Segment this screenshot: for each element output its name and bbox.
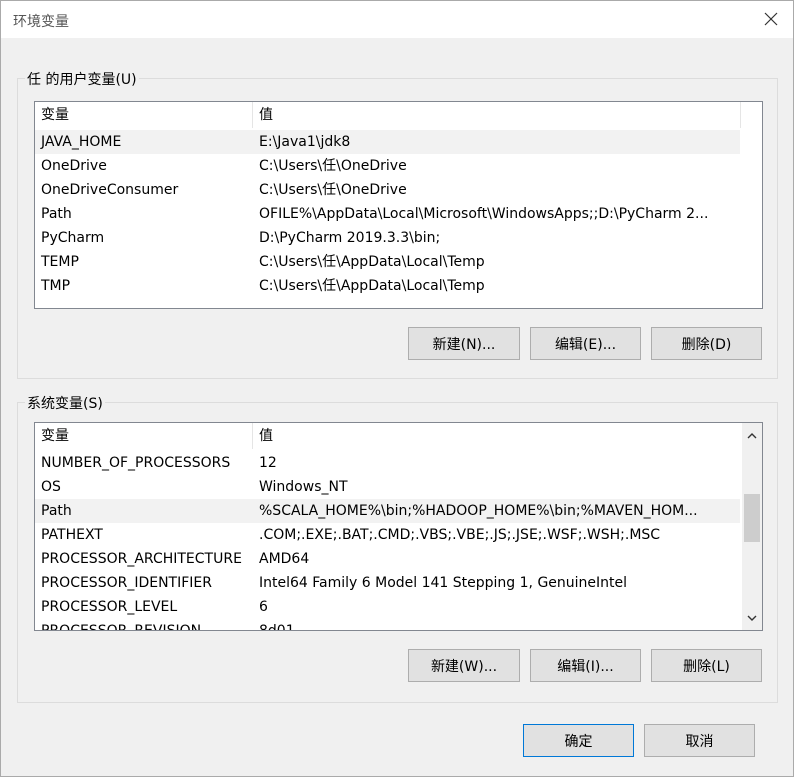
scroll-down-button[interactable] — [742, 608, 762, 628]
variable-name-cell: PROCESSOR_IDENTIFIER — [41, 575, 212, 591]
chevron-down-icon — [747, 615, 757, 621]
variable-value-cell: 6 — [259, 599, 268, 615]
table-row[interactable]: PATHEXT .COM;.EXE;.BAT;.CMD;.VBS;.VBE;.JS… — [35, 523, 740, 547]
system-delete-button[interactable]: 删除(L) — [651, 649, 762, 682]
variable-value-cell: .COM;.EXE;.BAT;.CMD;.VBS;.VBE;.JS;.JSE;.… — [259, 527, 661, 543]
variable-name-cell: TEMP — [41, 254, 79, 270]
table-row[interactable]: NUMBER_OF_PROCESSORS 12 — [35, 451, 740, 475]
header-value[interactable]: 值 — [253, 102, 733, 128]
variable-value-cell: AMD64 — [259, 551, 310, 567]
variable-name-cell: JAVA_HOME — [41, 134, 122, 150]
chevron-up-icon — [747, 432, 757, 438]
variable-value-cell: C:\Users\任\OneDrive — [259, 182, 407, 198]
variable-value-cell: 12 — [259, 455, 277, 471]
user-vars-group-label: 任 的用户变量(U) — [25, 69, 139, 89]
table-row[interactable]: OS Windows_NT — [35, 475, 740, 499]
variable-value-cell: C:\Users\任\AppData\Local\Temp — [259, 254, 485, 270]
variable-value-cell: 8d01 — [259, 623, 295, 631]
header-value[interactable]: 值 — [253, 423, 733, 449]
variable-name-cell: Path — [41, 503, 72, 519]
variable-name-cell: OneDriveConsumer — [41, 182, 179, 198]
dialog-body: 任 的用户变量(U) 变量 值 JAVA_HOME E:\Java1\jdk8 On… — [0, 38, 794, 777]
user-new-button[interactable]: 新建(N)... — [408, 327, 520, 360]
user-vars-list[interactable]: 变量 值 JAVA_HOME E:\Java1\jdk8 OneDrive C:\Us… — [34, 101, 763, 309]
variable-name-cell: PROCESSOR_REVISION — [41, 623, 202, 631]
variable-name-cell: PROCESSOR_LEVEL — [41, 599, 178, 615]
variable-value-cell: C:\Users\任\OneDrive — [259, 158, 407, 174]
variable-name-cell: Path — [41, 206, 72, 222]
table-row[interactable]: PROCESSOR_LEVEL 6 — [35, 595, 740, 619]
system-vars-scrollbar[interactable] — [742, 423, 762, 630]
table-row[interactable]: PROCESSOR_IDENTIFIER Intel64 Family 6 Mod… — [35, 571, 740, 595]
system-vars-group-label: 系统变量(S) — [25, 393, 105, 413]
variable-value-cell: Windows_NT — [259, 479, 348, 495]
variable-value-cell: Intel64 Family 6 Model 141 Stepping 1, G… — [259, 575, 628, 591]
table-row[interactable]: TMP C:\Users\任\AppData\Local\Temp — [35, 274, 740, 298]
table-row[interactable]: OneDrive C:\Users\任\OneDrive — [35, 154, 740, 178]
variable-name-cell: PyCharm — [41, 230, 105, 246]
variable-name-cell: PROCESSOR_ARCHITECTURE — [41, 551, 242, 567]
table-row[interactable]: TEMP C:\Users\任\AppData\Local\Temp — [35, 250, 740, 274]
scroll-thumb[interactable] — [744, 494, 760, 542]
cancel-button[interactable]: 取消 — [644, 724, 755, 757]
user-vars-list-header: 变量 值 — [35, 102, 762, 128]
header-variable[interactable]: 变量 — [35, 102, 253, 128]
close-icon — [764, 12, 778, 26]
system-vars-list[interactable]: 变量 值 NUMBER_OF_PROCESSORS 12 OS Windows_NT P… — [34, 422, 763, 631]
variable-name-cell: PATHEXT — [41, 527, 103, 543]
user-delete-button[interactable]: 删除(D) — [651, 327, 762, 360]
variable-value-cell: E:\Java1\jdk8 — [259, 134, 351, 150]
window-title: 环境变量 — [13, 14, 69, 30]
ok-button[interactable]: 确定 — [523, 724, 634, 757]
table-row[interactable]: Path OFILE%\AppData\Local\Microsoft\Windo… — [35, 202, 740, 226]
system-new-button[interactable]: 新建(W)... — [408, 649, 520, 682]
variable-value-cell: C:\Users\任\AppData\Local\Temp — [259, 278, 485, 294]
variable-value-cell: D:\PyCharm 2019.3.3\bin; — [259, 230, 441, 246]
table-row[interactable]: PROCESSOR_REVISION 8d01 — [35, 619, 740, 631]
variable-name-cell: NUMBER_OF_PROCESSORS — [41, 455, 231, 471]
table-row[interactable]: PyCharm D:\PyCharm 2019.3.3\bin; — [35, 226, 740, 250]
user-edit-button[interactable]: 编辑(E)... — [530, 327, 641, 360]
table-row[interactable]: PROCESSOR_ARCHITECTURE AMD64 — [35, 547, 740, 571]
table-row[interactable]: OneDriveConsumer C:\Users\任\OneDrive — [35, 178, 740, 202]
header-divider[interactable] — [740, 102, 741, 128]
scroll-up-button[interactable] — [742, 425, 762, 445]
system-edit-button[interactable]: 编辑(I)... — [530, 649, 641, 682]
variable-name-cell: OneDrive — [41, 158, 107, 174]
variable-name-cell: OS — [41, 479, 61, 495]
close-button[interactable] — [759, 7, 783, 31]
table-row[interactable]: Path %SCALA_HOME%\bin;%HADOOP_HOME%\bin;%… — [35, 499, 740, 523]
variable-value-cell: %SCALA_HOME%\bin;%HADOOP_HOME%\bin;%MAVE… — [259, 503, 698, 519]
variable-name-cell: TMP — [41, 278, 71, 294]
variable-value-cell: OFILE%\AppData\Local\Microsoft\WindowsAp… — [259, 206, 709, 222]
header-variable[interactable]: 变量 — [35, 423, 253, 449]
table-row[interactable]: JAVA_HOME E:\Java1\jdk8 — [35, 130, 740, 154]
title-bar: 环境变量 — [0, 0, 794, 38]
system-vars-list-header: 变量 值 — [35, 423, 762, 449]
